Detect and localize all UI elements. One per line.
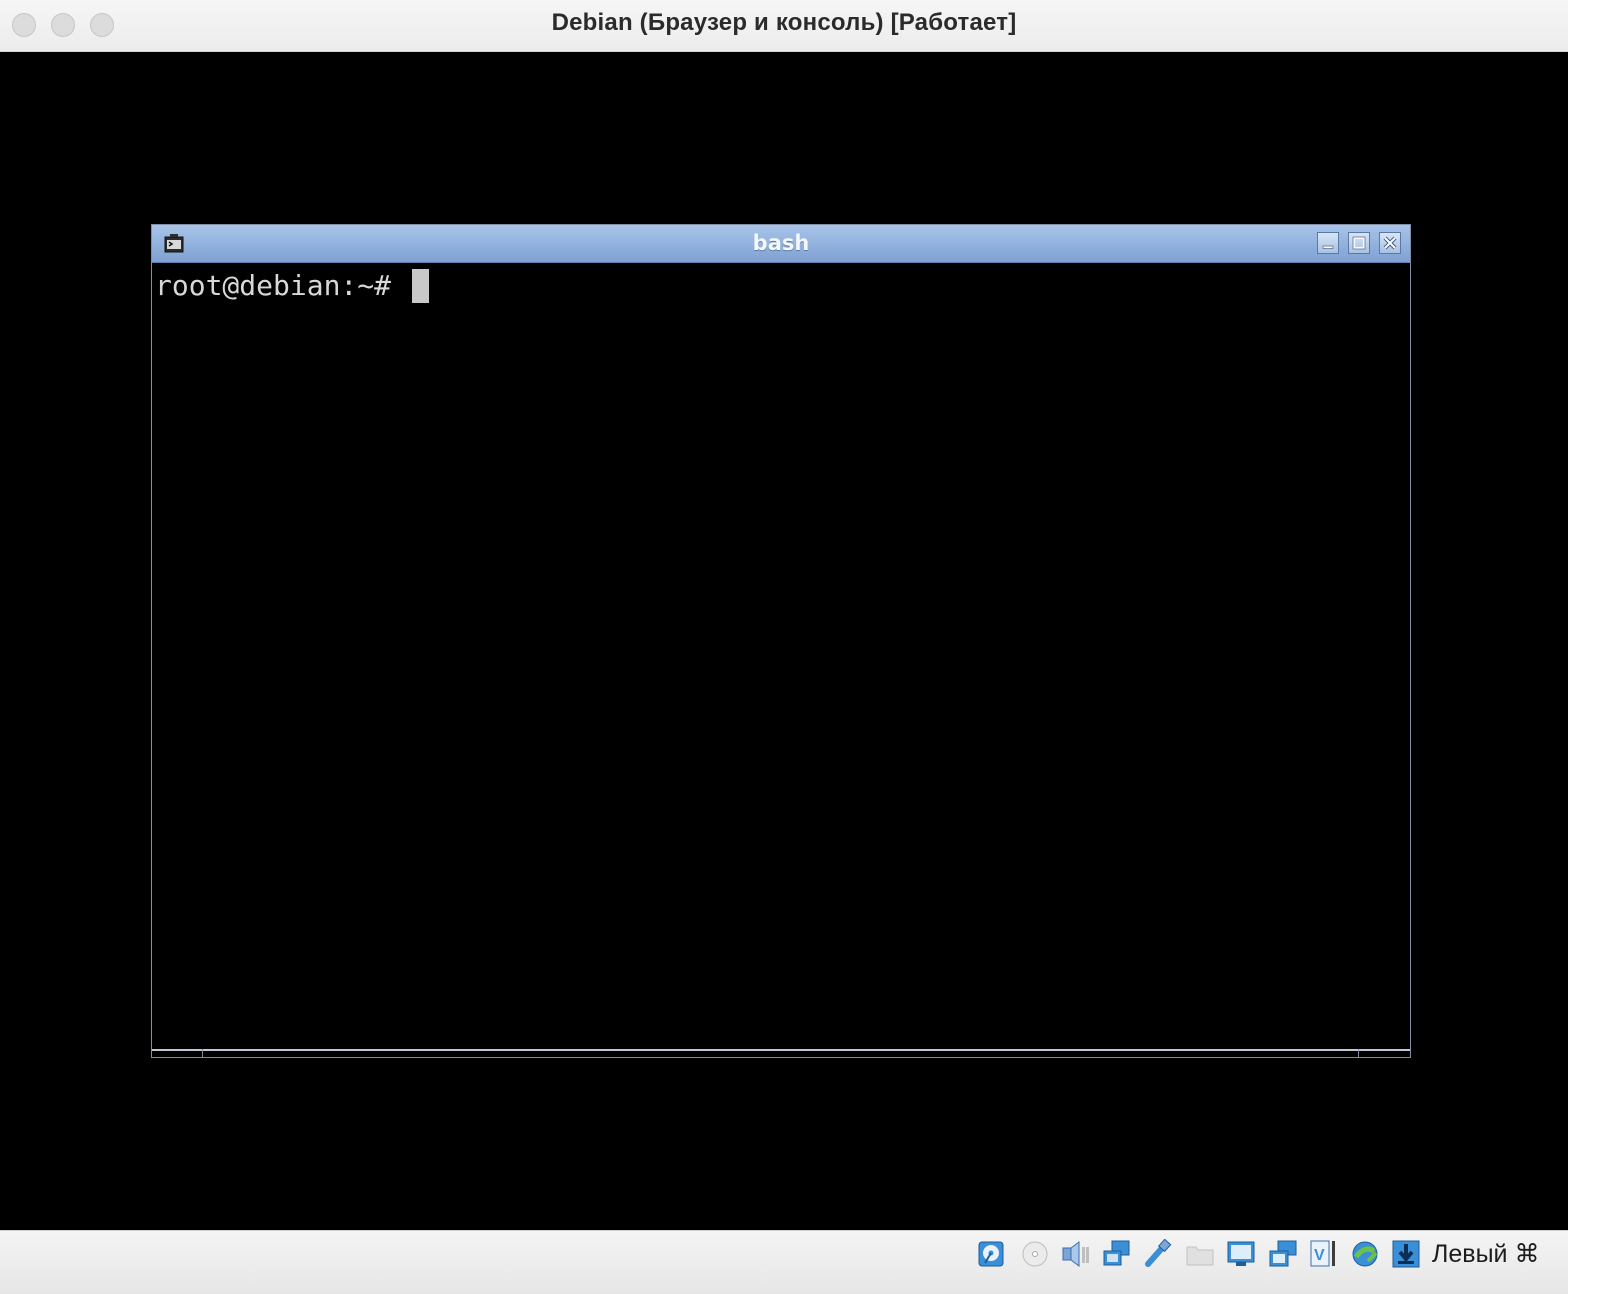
optical-drive-icon[interactable] — [1020, 1239, 1050, 1269]
host-key-indicator[interactable]: Левый ⌘ — [1432, 1239, 1539, 1269]
terminal-output-area[interactable]: root@debian:~# — [152, 263, 1410, 1049]
shell-prompt: root@debian:~# — [155, 269, 392, 302]
recording-icon[interactable]: V — [1309, 1239, 1339, 1269]
hard-disk-icon[interactable] — [977, 1239, 1007, 1269]
vm-screen[interactable]: bash root@debian:~# — [0, 52, 1568, 1230]
mac-title-bar: Debian (Браузер и консоль) [Работает] — [0, 0, 1568, 52]
virtualbox-vm-window: Debian (Браузер и консоль) [Работает] ba… — [0, 0, 1568, 1294]
resize-grip-right[interactable] — [1358, 1049, 1359, 1057]
vm-status-bar: V Левый ⌘ — [0, 1230, 1568, 1294]
audio-icon[interactable] — [1061, 1239, 1091, 1269]
terminal-close-button[interactable] — [1379, 232, 1401, 254]
close-icon — [1383, 236, 1397, 250]
terminal-bottom-frame[interactable] — [152, 1049, 1410, 1057]
resize-grip-left[interactable] — [202, 1049, 203, 1057]
mouse-integration-icon[interactable] — [1391, 1239, 1421, 1269]
shared-folders-icon[interactable] — [1185, 1239, 1215, 1269]
text-cursor — [411, 269, 429, 303]
display-icon[interactable] — [1226, 1239, 1256, 1269]
prompt-line: root@debian:~# — [155, 269, 429, 303]
network-icon[interactable] — [1102, 1239, 1132, 1269]
terminal-title: bash — [752, 231, 810, 255]
terminal-minimize-button[interactable] — [1317, 232, 1339, 254]
terminal-window[interactable]: bash root@debian:~# — [151, 224, 1411, 1058]
minimize-icon — [1322, 245, 1334, 249]
svg-text:V: V — [1314, 1247, 1325, 1264]
window-title: Debian (Браузер и консоль) [Работает] — [551, 9, 1017, 36]
terminal-maximize-button[interactable] — [1348, 232, 1370, 254]
terminal-title-bar[interactable]: bash — [152, 225, 1410, 263]
video-capture-icon[interactable] — [1268, 1239, 1298, 1269]
maximize-icon — [1352, 236, 1366, 250]
virtualization-engine-icon[interactable] — [1350, 1239, 1380, 1269]
usb-icon[interactable] — [1143, 1239, 1173, 1269]
